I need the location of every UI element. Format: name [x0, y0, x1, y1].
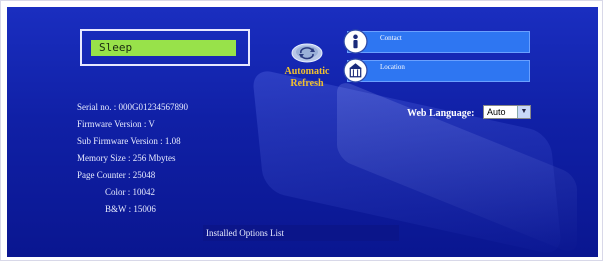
- lcd-status-display: Sleep: [91, 40, 236, 56]
- web-language-label: Web Language:: [407, 108, 475, 119]
- bw-counter: B&W : 15006: [105, 204, 156, 214]
- firmware-version: Firmware Version : V: [77, 119, 155, 129]
- memory-size: Memory Size : 256 Mbytes: [77, 153, 176, 163]
- contact-label: Contact: [380, 34, 402, 42]
- page-counter: Page Counter : 25048: [77, 170, 156, 180]
- automatic-refresh-label: Automatic Refresh: [284, 66, 330, 89]
- refresh-globe-icon: [291, 43, 323, 63]
- lcd-frame: Sleep: [80, 29, 250, 66]
- location-button[interactable]: Location: [343, 58, 530, 83]
- location-building-icon: [343, 58, 368, 83]
- chevron-down-icon[interactable]: ▼: [517, 106, 530, 118]
- status-panel: Sleep Automatic Refresh Contact Location…: [7, 7, 598, 257]
- automatic-refresh-button[interactable]: Automatic Refresh: [270, 43, 344, 90]
- color-counter: Color : 10042: [105, 187, 156, 197]
- sub-firmware-version: Sub Firmware Version : 1.08: [77, 136, 181, 146]
- serial-number: Serial no. : 000G01234567890: [77, 102, 188, 112]
- location-label: Location: [380, 63, 405, 71]
- contact-person-icon: [343, 29, 368, 54]
- web-language-select[interactable]: Auto ▼: [483, 105, 531, 119]
- contact-button[interactable]: Contact: [343, 29, 530, 54]
- web-language-value: Auto: [487, 107, 506, 117]
- page-frame: Sleep Automatic Refresh Contact Location…: [0, 0, 603, 261]
- installed-options-list-link[interactable]: Installed Options List: [203, 225, 399, 241]
